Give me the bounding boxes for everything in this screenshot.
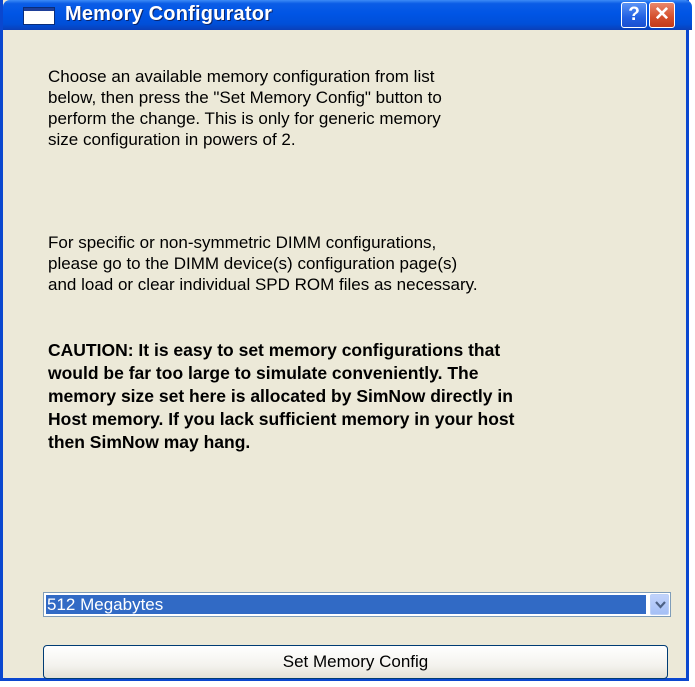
chevron-down-icon [655,601,666,609]
memory-configurator-window: Memory Configurator ? ✕ Choose an availa… [0,0,692,681]
set-memory-config-button[interactable]: Set Memory Config [43,645,668,679]
memory-size-selected-value: 512 Megabytes [46,595,646,614]
help-button[interactable]: ? [621,2,647,28]
dialog-body: Choose an available memory configuration… [3,30,686,679]
window-app-icon [23,7,55,25]
caution-text: CAUTION: It is easy to set memory config… [48,340,515,452]
window-title: Memory Configurator [65,3,273,25]
intro-text: Choose an available memory configuration… [48,67,442,149]
dimm-instructions-text: For specific or non-symmetric DIMM confi… [48,233,478,294]
dropdown-button[interactable] [650,594,669,615]
memory-size-select[interactable]: 512 Megabytes [43,592,671,617]
close-button[interactable]: ✕ [649,2,675,28]
title-bar[interactable]: Memory Configurator ? ✕ [3,0,692,30]
